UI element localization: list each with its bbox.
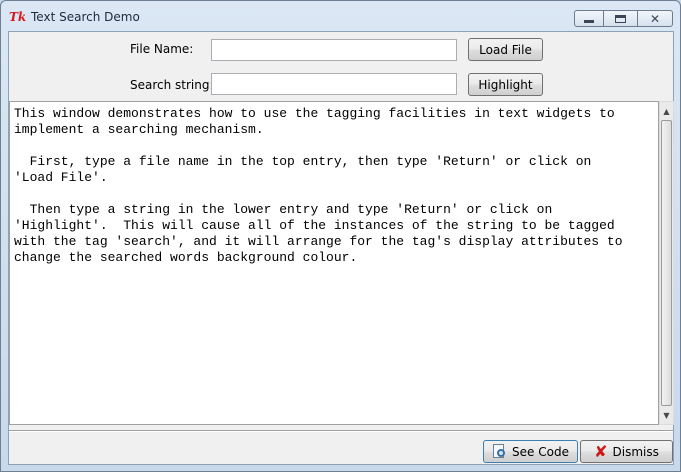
dismiss-button[interactable]: ✘ Dismiss: [580, 440, 673, 463]
window-title: Text Search Demo: [31, 10, 140, 24]
scroll-thumb[interactable]: [661, 120, 672, 406]
close-button[interactable]: ✕: [638, 10, 673, 27]
file-name-input[interactable]: [211, 39, 457, 61]
scroll-down-icon[interactable]: ▼: [660, 407, 673, 423]
app-window: Tk Text Search Demo ✕ File Name: Load Fi…: [0, 0, 681, 472]
text-widget[interactable]: This window demonstrates how to use the …: [9, 101, 659, 425]
see-code-label: See Code: [512, 444, 569, 459]
close-icon: ✕: [649, 11, 661, 26]
window-content: File Name: Load File Search string: High…: [8, 31, 674, 465]
title-bar[interactable]: Tk Text Search Demo ✕: [1, 1, 680, 31]
tk-feather-icon: Tk: [9, 10, 27, 24]
red-x-icon: ✘: [594, 441, 608, 461]
minimize-button[interactable]: [574, 10, 604, 27]
maximize-button[interactable]: [604, 10, 638, 27]
maximize-icon: [615, 14, 626, 23]
magnifier-document-icon: [492, 443, 507, 460]
load-file-button[interactable]: Load File: [468, 38, 543, 61]
scroll-up-icon[interactable]: ▲: [660, 103, 673, 119]
minimize-icon: [584, 19, 594, 23]
search-string-label: Search string:: [130, 78, 214, 92]
highlight-label: Highlight: [478, 77, 533, 92]
vertical-scrollbar[interactable]: ▲ ▼: [659, 101, 674, 425]
footer-separator: [9, 430, 673, 432]
load-file-label: Load File: [479, 42, 532, 57]
search-string-input[interactable]: [211, 73, 457, 95]
file-name-label: File Name:: [130, 42, 194, 56]
see-code-button[interactable]: See Code: [483, 440, 578, 463]
dismiss-label: Dismiss: [612, 444, 659, 459]
highlight-button[interactable]: Highlight: [468, 73, 543, 96]
